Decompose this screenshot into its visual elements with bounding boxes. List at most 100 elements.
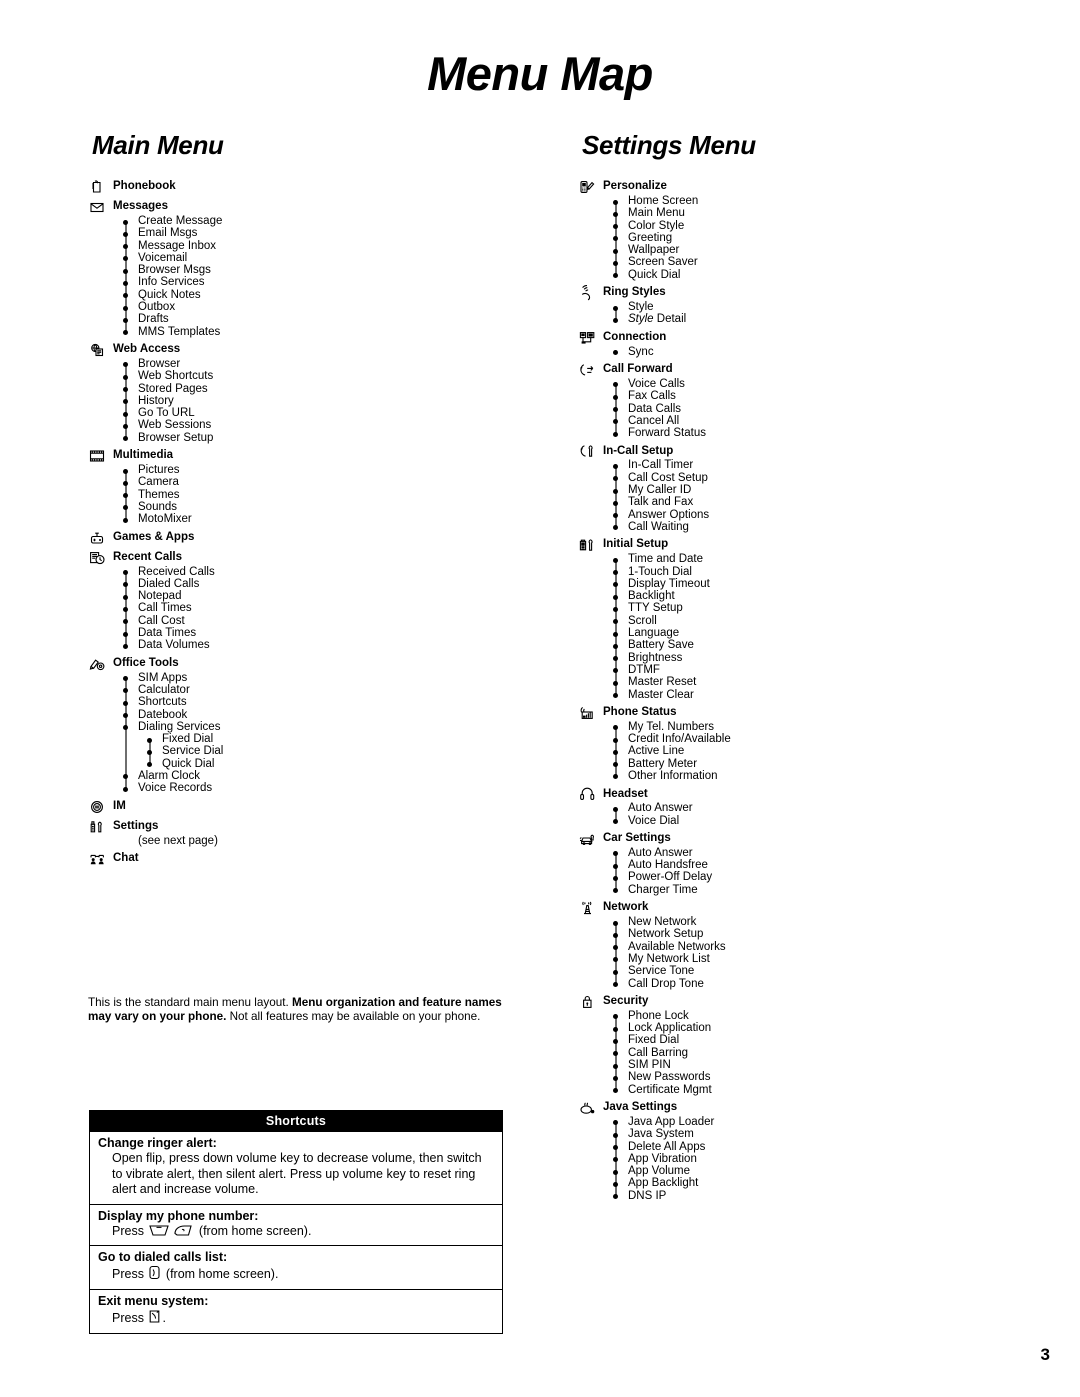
submenu-item[interactable]: Service Tone [613, 965, 1048, 977]
submenu-item[interactable]: Lock Application [613, 1022, 1048, 1034]
submenu-item[interactable]: Network Setup [613, 928, 1048, 940]
submenu-item[interactable]: Greeting [613, 232, 1048, 244]
submenu-item[interactable]: Message Inbox [123, 240, 548, 252]
menu-entry-header[interactable]: Security [578, 994, 1048, 1010]
submenu-item[interactable]: Power-Off Delay [613, 871, 1048, 883]
submenu-item[interactable]: Call Barring [613, 1047, 1048, 1059]
submenu-item[interactable]: Pictures [123, 464, 548, 476]
submenu-item[interactable]: Screen Saver [613, 256, 1048, 268]
submenu-item[interactable]: My Caller ID [613, 484, 1048, 496]
menu-entry-header[interactable]: IM [88, 799, 548, 815]
menu-entry-header[interactable]: Web Access [88, 342, 548, 358]
submenu-item[interactable]: Available Networks [613, 941, 1048, 953]
submenu-item-level2[interactable]: Service Dial [147, 745, 548, 757]
submenu-item[interactable]: Notepad [123, 590, 548, 602]
submenu-item[interactable]: My Network List [613, 953, 1048, 965]
menu-entry-header[interactable]: Multimedia [88, 448, 548, 464]
submenu-item[interactable]: Auto Answer [613, 802, 1048, 814]
menu-entry-header[interactable]: Personalize [578, 179, 1048, 195]
submenu-item[interactable]: Phone Lock [613, 1010, 1048, 1022]
submenu-item[interactable]: DTMF [613, 664, 1048, 676]
submenu-item-level2[interactable]: Fixed Dial [147, 733, 548, 745]
submenu-item[interactable]: Voicemail [123, 252, 548, 264]
menu-entry-header[interactable]: Headset [578, 786, 1048, 802]
submenu-item[interactable]: Answer Options [613, 509, 1048, 521]
submenu-item[interactable]: Call Drop Tone [613, 978, 1048, 990]
submenu-item[interactable]: Talk and Fax [613, 496, 1048, 508]
submenu-item[interactable]: Other Information [613, 770, 1048, 782]
submenu-item[interactable]: Data Calls [613, 403, 1048, 415]
submenu-item[interactable]: Display Timeout [613, 578, 1048, 590]
submenu-item[interactable]: Browser Setup [123, 432, 548, 444]
submenu-item[interactable]: Voice Dial [613, 815, 1048, 827]
submenu-item[interactable]: Data Volumes [123, 639, 548, 651]
submenu-item[interactable]: Info Services [123, 276, 548, 288]
submenu-item[interactable]: Browser Msgs [123, 264, 548, 276]
submenu-item[interactable]: Color Style [613, 220, 1048, 232]
submenu-item[interactable]: Dialed Calls [123, 578, 548, 590]
submenu-item[interactable]: Delete All Apps [613, 1141, 1048, 1153]
submenu-item[interactable]: Shortcuts [123, 696, 548, 708]
submenu-item[interactable]: Java App Loader [613, 1116, 1048, 1128]
menu-entry-header[interactable]: Phone Status [578, 705, 1048, 721]
submenu-item[interactable]: Java System [613, 1128, 1048, 1140]
submenu-item[interactable]: Call Cost Setup [613, 472, 1048, 484]
submenu-item[interactable]: Data Times [123, 627, 548, 639]
submenu-item[interactable]: DNS IP [613, 1190, 1048, 1202]
submenu-item[interactable]: Dialing Services [123, 721, 548, 733]
submenu-item[interactable]: Master Reset [613, 676, 1048, 688]
menu-entry-header[interactable]: Java Settings [578, 1100, 1048, 1116]
submenu-item[interactable]: Received Calls [123, 566, 548, 578]
submenu-item[interactable]: Stored Pages [123, 383, 548, 395]
submenu-item[interactable]: SIM Apps [123, 672, 548, 684]
submenu-item[interactable]: Calculator [123, 684, 548, 696]
submenu-item[interactable]: My Tel. Numbers [613, 721, 1048, 733]
submenu-item[interactable]: Time and Date [613, 553, 1048, 565]
menu-entry-header[interactable]: Messages [88, 199, 548, 215]
menu-entry-header[interactable]: Phonebook [88, 179, 548, 195]
submenu-item[interactable]: Main Menu [613, 207, 1048, 219]
submenu-item[interactable]: Browser [123, 358, 548, 370]
submenu-item[interactable]: SIM PIN [613, 1059, 1048, 1071]
submenu-item[interactable]: Scroll [613, 615, 1048, 627]
submenu-item[interactable]: MotoMixer [123, 513, 548, 525]
menu-entry-header[interactable]: Office Tools [88, 656, 548, 672]
submenu-item[interactable]: Voice Records [123, 782, 548, 794]
menu-entry-header[interactable]: Recent Calls [88, 550, 548, 566]
submenu-item[interactable]: Home Screen [613, 195, 1048, 207]
submenu-item[interactable]: Fax Calls [613, 390, 1048, 402]
menu-entry-header[interactable]: Games & Apps [88, 530, 548, 546]
submenu-item[interactable]: Outbox [123, 301, 548, 313]
submenu-item[interactable]: Charger Time [613, 884, 1048, 896]
menu-entry-header[interactable]: Ring Styles [578, 285, 1048, 301]
submenu-item[interactable]: Quick Notes [123, 289, 548, 301]
submenu-item[interactable]: Call Waiting [613, 521, 1048, 533]
submenu-item[interactable]: Cancel All [613, 415, 1048, 427]
submenu-item[interactable]: TTY Setup [613, 602, 1048, 614]
submenu-item[interactable]: Datebook [123, 709, 548, 721]
submenu-item[interactable]: Camera [123, 476, 548, 488]
submenu-item[interactable]: Voice Calls [613, 378, 1048, 390]
submenu-item[interactable]: Web Sessions [123, 419, 548, 431]
submenu-item[interactable]: Certificate Mgmt [613, 1084, 1048, 1096]
submenu-item[interactable]: Alarm Clock [123, 770, 548, 782]
submenu-item[interactable]: Fixed Dial [613, 1034, 1048, 1046]
submenu-item[interactable]: Wallpaper [613, 244, 1048, 256]
submenu-item[interactable]: Backlight [613, 590, 1048, 602]
submenu-item[interactable]: MMS Templates [123, 326, 548, 338]
submenu-item[interactable]: Style [613, 301, 1048, 313]
submenu-item[interactable]: New Passwords [613, 1071, 1048, 1083]
menu-entry-header[interactable]: Connection [578, 330, 1048, 346]
submenu-item[interactable]: Call Times [123, 602, 548, 614]
submenu-item[interactable]: Web Shortcuts [123, 370, 548, 382]
submenu-item[interactable]: History [123, 395, 548, 407]
submenu-item[interactable]: App Volume [613, 1165, 1048, 1177]
menu-entry-header[interactable]: Chat [88, 851, 548, 867]
submenu-item[interactable]: Language [613, 627, 1048, 639]
submenu-item[interactable]: Forward Status [613, 427, 1048, 439]
submenu-item[interactable]: Auto Answer [613, 847, 1048, 859]
submenu-item[interactable]: New Network [613, 916, 1048, 928]
menu-entry-header[interactable]: Call Forward [578, 362, 1048, 378]
submenu-item[interactable]: Sync [613, 346, 1048, 358]
menu-entry-header[interactable]: Car Settings [578, 831, 1048, 847]
